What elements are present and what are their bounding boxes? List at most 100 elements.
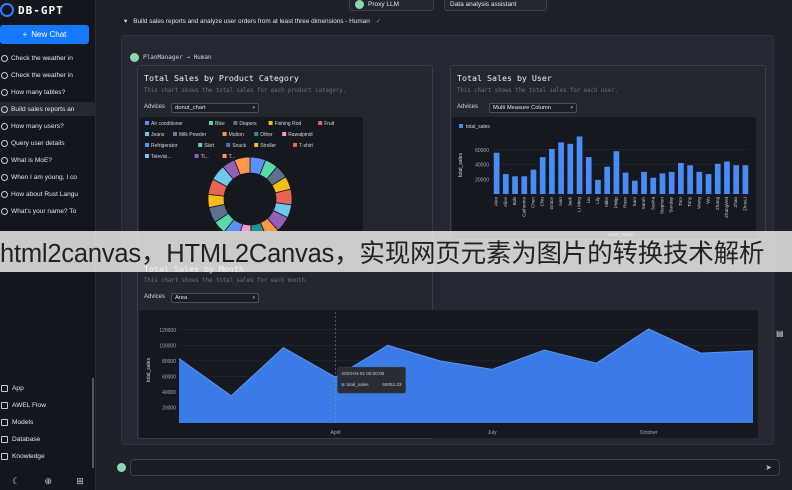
history-item[interactable]: What is MoE? bbox=[0, 153, 96, 167]
bar bbox=[696, 171, 703, 194]
nav-item-app[interactable]: App bbox=[0, 381, 96, 395]
legend-swatch bbox=[268, 121, 273, 125]
nav-item-awel-flow[interactable]: AWEL Flow bbox=[0, 398, 96, 412]
history-item[interactable]: Build sales reports an bbox=[0, 102, 96, 116]
bar bbox=[595, 179, 601, 194]
new-chat-label: New Chat bbox=[31, 30, 67, 39]
chart-title: Total Sales by User bbox=[457, 73, 552, 83]
advices-label: Advices bbox=[457, 104, 479, 110]
tooltip-swatch bbox=[341, 383, 345, 387]
chat-icon bbox=[1, 88, 8, 96]
scene-selector[interactable]: Data analysis assistant bbox=[444, 0, 547, 11]
x-tick-label: Tony bbox=[687, 196, 692, 206]
model-label: Proxy LLM bbox=[368, 0, 400, 8]
chat-icon bbox=[1, 190, 8, 198]
agent-avatar bbox=[130, 53, 139, 62]
history-item[interactable]: Query user details bbox=[0, 136, 96, 150]
chat-input[interactable]: ➤ bbox=[130, 459, 780, 476]
x-tick-label: ZhangWei bbox=[724, 197, 729, 218]
step-header[interactable]: ▾ Build sales reports and analyze user o… bbox=[124, 17, 382, 26]
new-chat-button[interactable]: + New Chat bbox=[0, 25, 89, 44]
nav-item-label: Database bbox=[12, 435, 41, 443]
nav-item-models[interactable]: Models bbox=[0, 415, 96, 429]
watermark-text: html2canvas，HTML2Canvas，实现网页元素为图片的转换技术解析 bbox=[0, 240, 765, 268]
logo-icon bbox=[0, 3, 14, 17]
x-tick-label: Lily bbox=[595, 196, 600, 204]
sidebar-scrollbar[interactable] bbox=[92, 378, 94, 468]
y-tick-label: 20000 bbox=[162, 405, 176, 411]
history-item-label: Build sales reports an bbox=[11, 105, 75, 113]
legend-swatch bbox=[254, 132, 259, 136]
chat-icon bbox=[1, 122, 8, 130]
history-item-label: Check the weather in bbox=[11, 71, 73, 79]
check-icon: ✓ bbox=[375, 18, 382, 25]
legend-label: Diapers bbox=[239, 121, 257, 127]
bar-chart: total_sales total_sales 20000 40000 60000 Ale… bbox=[458, 124, 750, 238]
globe-icon[interactable]: ⊕ bbox=[44, 476, 52, 487]
bar bbox=[659, 173, 666, 194]
app-icon bbox=[1, 384, 8, 392]
bar bbox=[502, 174, 509, 194]
legend-label: total_sales bbox=[466, 124, 490, 130]
x-tick-label: Chen bbox=[530, 197, 535, 208]
y-tick-label: 60000 bbox=[162, 374, 176, 380]
nav-item-label: App bbox=[12, 384, 24, 392]
models-icon bbox=[1, 418, 8, 426]
legend-label: T-shirt bbox=[299, 143, 314, 149]
history-item[interactable]: How many tables? bbox=[0, 85, 96, 99]
nav-item-label: Knowledge bbox=[12, 452, 45, 460]
bar bbox=[512, 176, 518, 194]
columns-icon[interactable]: ⊞ bbox=[76, 476, 84, 487]
chat-icon bbox=[1, 173, 8, 181]
x-tick-label: Wu bbox=[706, 197, 711, 204]
nav-item-label: Models bbox=[12, 418, 34, 426]
history-item[interactable]: Check the weather in bbox=[0, 51, 96, 65]
legend-swatch bbox=[194, 154, 199, 158]
database-icon bbox=[1, 435, 8, 443]
model-icon bbox=[355, 0, 364, 9]
chevron-down-icon: ▾ bbox=[570, 105, 573, 111]
chart-type-select[interactable]: Area ▾ bbox=[171, 293, 259, 303]
flow-icon bbox=[1, 401, 8, 409]
legend-swatch bbox=[254, 143, 259, 147]
history-item[interactable]: When I am young, I co bbox=[0, 170, 96, 184]
document-icon[interactable]: ▤ bbox=[776, 329, 786, 341]
history-item[interactable]: How about Rust Langu bbox=[0, 187, 96, 201]
bar bbox=[493, 152, 500, 194]
x-tick-label: Sunday bbox=[669, 196, 674, 212]
legend-label: Televisi... bbox=[151, 154, 172, 160]
app-logo[interactable]: DB-GPT bbox=[0, 2, 64, 18]
legend-label: Snack bbox=[232, 143, 246, 149]
nav-item-database[interactable]: Database bbox=[0, 432, 96, 446]
x-tick-label: Wang bbox=[696, 197, 701, 209]
x-tick-label: Alex bbox=[494, 196, 499, 206]
x-tick-label: Mike bbox=[604, 197, 609, 207]
bar bbox=[631, 180, 638, 194]
bar bbox=[724, 161, 730, 194]
legend-label: Other bbox=[260, 132, 273, 138]
y-tick-label: 40000 bbox=[162, 390, 176, 396]
chart-type-select[interactable]: Multi Measure Column ▾ bbox=[489, 103, 577, 113]
history-item[interactable]: What's your name? To bbox=[0, 204, 96, 218]
history-item-label: What's your name? To bbox=[11, 207, 77, 215]
history-item-label: How about Rust Langu bbox=[11, 190, 79, 198]
legend-swatch bbox=[226, 143, 231, 147]
send-icon[interactable]: ➤ bbox=[765, 463, 772, 472]
chat-icon bbox=[1, 54, 8, 62]
history-item[interactable]: Check the weather in bbox=[0, 68, 96, 82]
chart-type-select[interactable]: donut_chart ▾ bbox=[171, 103, 259, 113]
bar bbox=[705, 174, 712, 194]
area-chart-area: total_sales 20000 40000 60000 80000 100000 120… bbox=[139, 310, 758, 438]
legend-label: Skirt bbox=[204, 143, 215, 149]
legend-swatch bbox=[198, 143, 203, 147]
moon-icon[interactable]: ☾ bbox=[12, 476, 20, 487]
legend-swatch bbox=[293, 143, 297, 147]
tooltip-series: total_sales bbox=[347, 382, 370, 387]
nav-item-knowledge[interactable]: Knowledge bbox=[0, 449, 96, 463]
history-item-label: Check the weather in bbox=[11, 54, 73, 62]
bar bbox=[742, 165, 749, 194]
model-selector[interactable]: Proxy LLM bbox=[349, 0, 434, 11]
chevron-down-icon: ▾ bbox=[252, 105, 255, 111]
history-item[interactable]: How many users? bbox=[0, 119, 96, 133]
legend-swatch bbox=[173, 132, 177, 136]
